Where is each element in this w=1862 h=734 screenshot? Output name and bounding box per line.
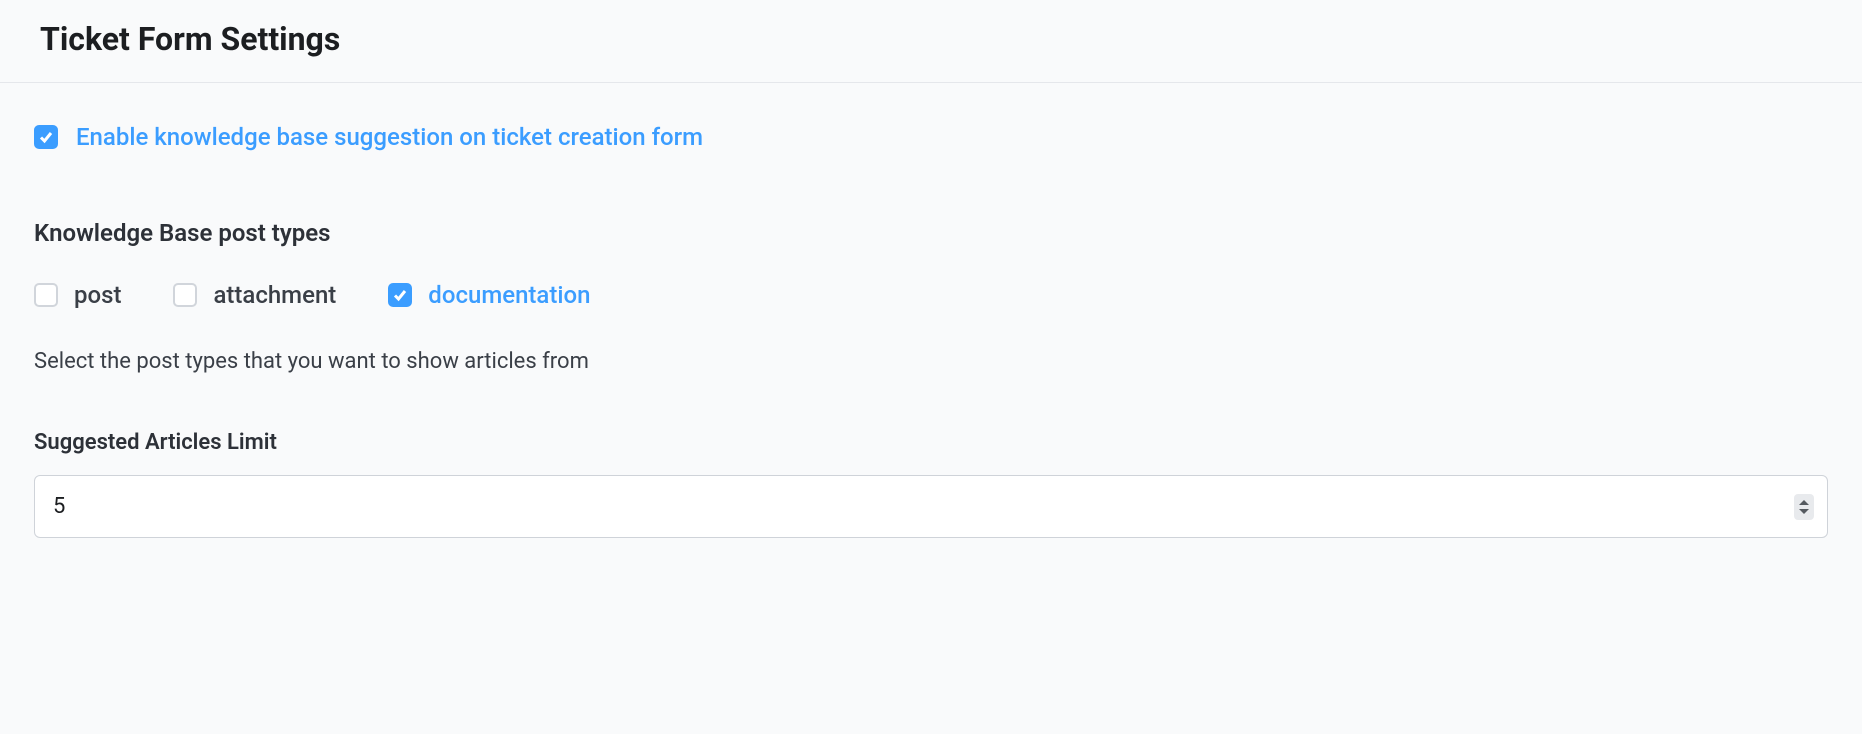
post-types-help: Select the post types that you want to s… [34,349,1828,374]
post-type-documentation-label[interactable]: documentation [428,281,590,309]
post-type-post-checkbox[interactable] [34,283,58,307]
post-types-row: post attachment documentation [34,281,1828,309]
page-header: Ticket Form Settings [0,0,1862,83]
post-type-post: post [34,281,121,309]
enable-kb-label[interactable]: Enable knowledge base suggestion on tick… [76,123,703,151]
suggested-limit-label: Suggested Articles Limit [34,430,1828,455]
page-title: Ticket Form Settings [40,20,1822,58]
enable-kb-checkbox[interactable] [34,125,58,149]
post-type-documentation: documentation [388,281,590,309]
post-type-documentation-checkbox[interactable] [388,283,412,307]
post-type-attachment: attachment [173,281,336,309]
post-type-post-label[interactable]: post [74,281,121,309]
suggested-limit-select[interactable]: 5 [34,475,1828,538]
enable-kb-row: Enable knowledge base suggestion on tick… [34,123,1828,151]
post-type-attachment-label[interactable]: attachment [213,281,336,309]
checkmark-icon [392,287,408,303]
checkmark-icon [38,129,54,145]
post-types-heading: Knowledge Base post types [34,219,1828,247]
post-type-attachment-checkbox[interactable] [173,283,197,307]
settings-content: Enable knowledge base suggestion on tick… [0,83,1862,578]
suggested-limit-wrapper: 5 [34,475,1828,538]
